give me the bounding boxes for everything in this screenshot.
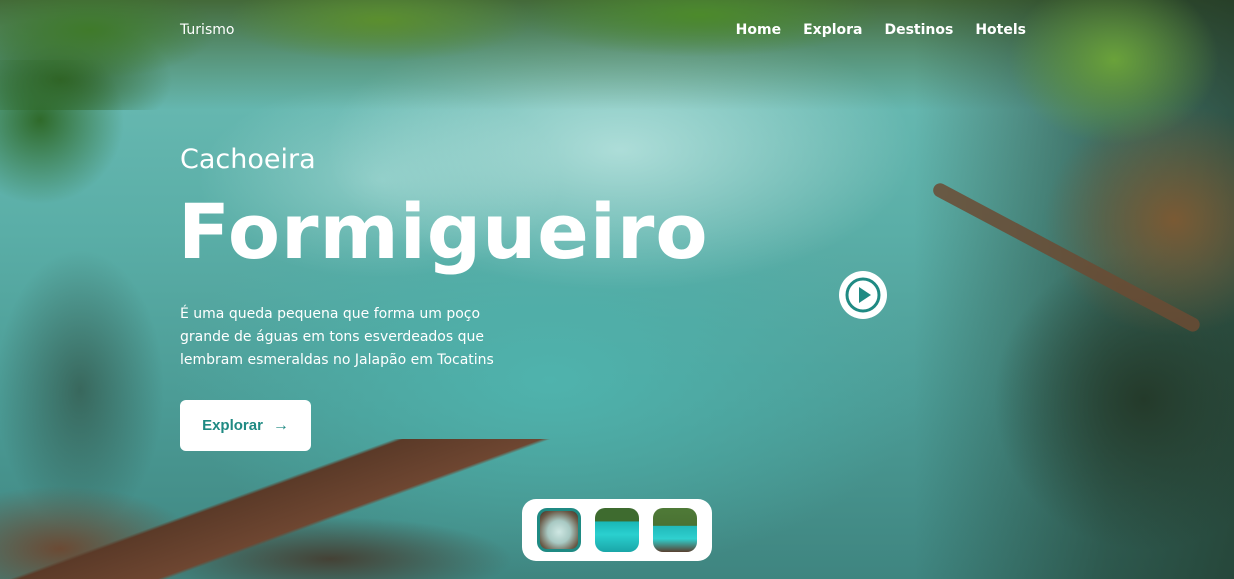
hero-subtitle: Cachoeira: [180, 144, 316, 175]
thumbnail-1-selected[interactable]: [537, 508, 581, 552]
hero-description: É uma queda pequena que forma um poço gr…: [180, 306, 494, 368]
nav-destinos[interactable]: Destinos: [884, 22, 953, 38]
background-foliage-right: [914, 0, 1234, 579]
thumbnail-3[interactable]: [653, 508, 697, 552]
brand-logo[interactable]: Turismo: [180, 22, 234, 38]
arrow-right-icon: →: [272, 416, 289, 434]
play-video-button[interactable]: [839, 271, 887, 319]
hero-section: Turismo Home Explora Destinos Hotels Cac…: [0, 0, 1234, 579]
nav-home[interactable]: Home: [736, 22, 781, 38]
play-circle-icon: [845, 277, 881, 313]
nav-explora[interactable]: Explora: [803, 22, 862, 38]
thumbnail-2[interactable]: [595, 508, 639, 552]
nav-hotels[interactable]: Hotels: [975, 22, 1026, 38]
hero-title: Formigueiro: [178, 187, 709, 276]
background-logs: [0, 439, 600, 579]
explorar-button-label: Explorar: [202, 417, 263, 434]
explorar-button[interactable]: Explorar →: [180, 400, 311, 451]
main-nav: Home Explora Destinos Hotels: [736, 22, 1026, 38]
thumbnail-carousel: [522, 499, 712, 561]
